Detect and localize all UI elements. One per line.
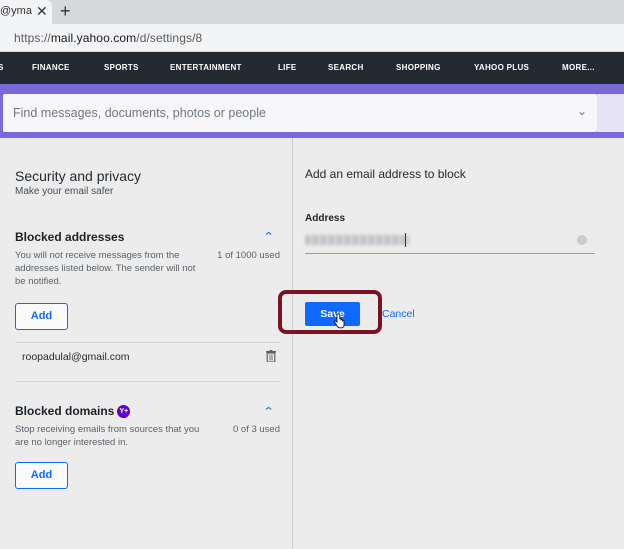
trash-icon[interactable] — [266, 350, 276, 362]
blocked-addresses-description: You will not receive messages from the a… — [15, 250, 196, 287]
url-scheme: https:// — [14, 31, 51, 45]
divider — [15, 381, 280, 382]
page-subtitle: Make your email safer — [15, 186, 114, 197]
close-icon[interactable]: ✕ — [36, 3, 48, 19]
blocked-addresses-usage: 1 of 1000 used — [217, 250, 280, 261]
nav-item-shopping[interactable]: SHOPPING — [396, 63, 441, 72]
cancel-button[interactable]: Cancel — [382, 308, 415, 320]
chevron-down-icon[interactable]: ⌄ — [577, 104, 587, 118]
form-title: Add an email address to block — [305, 167, 466, 181]
address-value-redacted — [305, 235, 410, 245]
divider — [15, 342, 280, 343]
blocked-domains-description: Stop receiving emails from sources that … — [15, 424, 200, 448]
blocked-domains-heading: Blocked domains Y+ — [15, 404, 131, 418]
blocked-domains-usage: 0 of 3 used — [232, 424, 280, 435]
text-caret — [405, 233, 406, 247]
add-address-button[interactable]: Add — [15, 303, 68, 330]
search-band: Find messages, documents, photos or peop… — [0, 92, 624, 138]
yahoo-top-nav: S FINANCE SPORTS ENTERTAINMENT LIFE SEAR… — [0, 52, 624, 84]
block-address-form: Add an email address to block Address Sa… — [278, 138, 624, 549]
nav-item-entertainment[interactable]: ENTERTAINMENT — [170, 63, 242, 72]
search-placeholder: Find messages, documents, photos or peop… — [13, 106, 266, 120]
clear-icon[interactable] — [577, 235, 587, 245]
browser-tab-strip: @yma ✕ + — [0, 0, 624, 24]
address-label: Address — [305, 213, 346, 224]
nav-item-partial[interactable]: S — [0, 63, 4, 72]
browser-address-bar[interactable]: https://mail.yahoo.com/d/settings/8 — [0, 24, 624, 52]
header-band — [0, 84, 624, 92]
browser-tab-title: @yma — [0, 5, 32, 17]
hand-cursor-icon — [333, 313, 345, 329]
browser-tab[interactable]: @yma ✕ — [0, 0, 52, 24]
address-input[interactable] — [305, 232, 595, 254]
url-path: /d/settings/8 — [136, 31, 203, 45]
nav-item-more[interactable]: MORE... — [562, 63, 595, 72]
nav-item-finance[interactable]: FINANCE — [32, 63, 70, 72]
nav-item-yahoo-plus[interactable]: YAHOO PLUS — [474, 63, 529, 72]
nav-item-search[interactable]: SEARCH — [328, 63, 364, 72]
yahoo-plus-badge: Y+ — [117, 405, 131, 418]
page-title: Security and privacy — [15, 168, 142, 184]
settings-panel: Security and privacy Make your email saf… — [0, 138, 292, 549]
blocked-address-entry: roopadulal@gmail.com — [22, 351, 130, 363]
new-tab-icon[interactable]: + — [60, 0, 71, 22]
url-text[interactable]: https://mail.yahoo.com/d/settings/8 — [14, 31, 202, 45]
chevron-up-icon[interactable]: ⌃ — [263, 405, 275, 418]
blocked-domains-heading-text: Blocked domains — [15, 404, 115, 418]
blocked-addresses-heading: Blocked addresses — [15, 230, 125, 244]
add-domain-button[interactable]: Add — [15, 462, 68, 489]
chevron-up-icon[interactable]: ⌃ — [263, 230, 275, 243]
url-host: mail.yahoo.com — [50, 31, 137, 45]
nav-item-life[interactable]: LIFE — [278, 63, 297, 72]
nav-item-sports[interactable]: SPORTS — [104, 63, 139, 72]
search-input[interactable]: Find messages, documents, photos or peop… — [3, 94, 597, 132]
search-side-edge — [597, 94, 624, 132]
